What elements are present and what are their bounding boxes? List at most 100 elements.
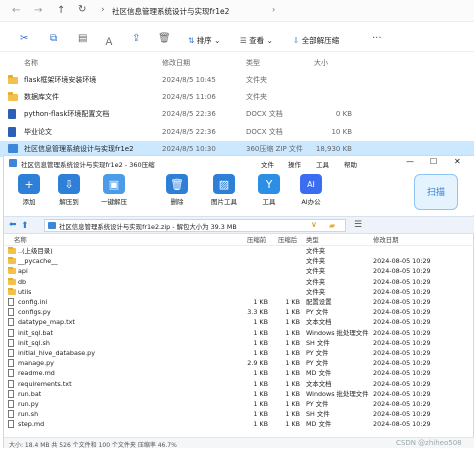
zip-item-packed: 1 KB bbox=[285, 308, 300, 317]
rename-icon[interactable]: Ａ bbox=[104, 33, 114, 48]
file-row[interactable]: flask框架环境安装环境 2024/8/5 10:45 文件夹 bbox=[0, 72, 474, 88]
zip-list-item[interactable]: requirements.txt 1 KB 1 KB 文本文档 2024-08-05 1… bbox=[4, 379, 474, 390]
zip-item-size: 1 KB bbox=[253, 298, 268, 306]
extract-all-button[interactable]: ⇩ 全部解压缩 bbox=[293, 35, 339, 46]
zip-menu-tools[interactable]: 工具 bbox=[316, 159, 329, 169]
path-folder-icon[interactable]: ▰ bbox=[329, 221, 335, 230]
up-folder-icon[interactable]: ⬆ bbox=[21, 221, 29, 231]
zip-list-item[interactable]: init_sql.sh 1 KB 1 KB SH 文件 2024-08-05 10:29 bbox=[4, 338, 474, 349]
back-icon[interactable]: ← bbox=[12, 5, 20, 16]
chevron-right-icon: › bbox=[101, 5, 105, 15]
zip-list-item[interactable]: init_sql.bat 1 KB 1 KB Windows 批处理文件 2024-08… bbox=[4, 328, 474, 339]
zip-col-type[interactable]: 类型 bbox=[306, 236, 319, 246]
zip-menu-help[interactable]: 帮助 bbox=[344, 159, 357, 169]
address-path[interactable]: 社区信息管理系统设计与实现fr1e2 bbox=[112, 6, 229, 17]
zip-item-size: 1 KB bbox=[253, 349, 268, 357]
zip-item-date: 2024-08-05 10:29 bbox=[373, 267, 431, 276]
up-icon[interactable]: ↑ bbox=[57, 5, 65, 16]
zip-list-item[interactable]: initial_hive_database.py 1 KB 1 KB PY 文件 202… bbox=[4, 349, 474, 359]
delete-icon[interactable]: 🗑 bbox=[158, 33, 171, 44]
zip-list-item[interactable]: run.bat 1 KB 1 KB Windows 批处理文件 2024-08-05 1… bbox=[4, 389, 474, 400]
extract-to-button[interactable]: ⇩ 解压到 bbox=[52, 174, 86, 206]
cut-icon[interactable]: ✂ bbox=[20, 33, 28, 44]
zip-item-size: 1 KB bbox=[253, 420, 268, 429]
zip-item-name: ..(上级目录) bbox=[18, 247, 53, 255]
image-tool-button[interactable]: ▨ 图片工具 bbox=[207, 174, 241, 206]
zip-item-date: 2024-08-05 10:29 bbox=[373, 338, 431, 347]
file-row[interactable]: python-flask环境配置文档 2024/8/5 22:36 DOCX 文档 0… bbox=[0, 106, 474, 122]
zip-list-item[interactable]: run.sh 1 KB 1 KB SH 文件 2024-08-05 10:29 bbox=[4, 410, 474, 420]
zip-col-name[interactable]: 名称 bbox=[14, 236, 27, 246]
view-button[interactable]: ☰ 查看 ⌄ bbox=[240, 35, 273, 46]
tools-button[interactable]: Y 工具 bbox=[252, 174, 286, 206]
zip-item-type: 文本文档 bbox=[306, 379, 332, 388]
zip-list-item[interactable]: api 文件夹 2024-08-05 10:29 bbox=[4, 267, 474, 277]
one-click-extract-button[interactable]: ▣ 一键解压 bbox=[97, 174, 131, 206]
zip-item-packed: 1 KB bbox=[285, 400, 300, 408]
list-view-icon[interactable]: ☰ bbox=[354, 220, 362, 230]
col-date[interactable]: 修改日期 bbox=[162, 55, 190, 71]
maximize-icon[interactable]: ☐ bbox=[430, 157, 437, 166]
file-row[interactable]: 毕业论文 2024/8/5 22:36 DOCX 文档 10 KB bbox=[0, 124, 474, 140]
copy-icon[interactable]: ⧉ bbox=[50, 33, 57, 44]
zip-list-item[interactable]: step.md 1 KB 1 KB MD 文件 2024-08-05 10:29 bbox=[4, 420, 474, 430]
zip-list-item[interactable]: ..(上级目录) 文件夹 bbox=[4, 247, 474, 257]
zip-list-item[interactable]: manage.py 2.9 KB 1 KB PY 文件 2024-08-05 10:29 bbox=[4, 359, 474, 369]
col-size[interactable]: 大小 bbox=[314, 55, 328, 71]
address-dropdown-icon[interactable]: › bbox=[272, 5, 275, 14]
add-icon: + bbox=[18, 174, 40, 194]
zip-menu-file[interactable]: 文件 bbox=[261, 159, 274, 169]
file-type: 文件夹 bbox=[246, 93, 267, 102]
refresh-icon[interactable]: ↻ bbox=[78, 4, 86, 15]
zip-list-item[interactable]: run.py 1 KB 1 KB PY 文件 2024-08-05 10:29 bbox=[4, 400, 474, 410]
zip-list-item[interactable]: readme.md 1 KB 1 KB MD 文件 2024-08-05 10:29 bbox=[4, 369, 474, 379]
zip-item-date: 2024-08-05 10:29 bbox=[373, 410, 431, 419]
zip-item-date: 2024-08-05 10:29 bbox=[373, 328, 431, 337]
zip-item-packed: 1 KB bbox=[285, 298, 300, 306]
zip-icon bbox=[8, 144, 18, 154]
zip-item-name: init_sql.bat bbox=[18, 328, 53, 337]
zip-col-size[interactable]: 压缩前 bbox=[247, 236, 266, 246]
folder-icon bbox=[8, 287, 16, 295]
file-icon bbox=[8, 400, 14, 408]
share-icon[interactable]: ⇪ bbox=[132, 33, 140, 44]
col-type[interactable]: 类型 bbox=[246, 55, 260, 71]
zip-list-item[interactable]: __pycache__ 文件夹 2024-08-05 10:29 bbox=[4, 257, 474, 267]
zip-col-date[interactable]: 修改日期 bbox=[373, 236, 399, 246]
zip-list-item[interactable]: db 文件夹 2024-08-05 10:29 bbox=[4, 277, 474, 288]
zip-item-size: 1 KB bbox=[253, 369, 268, 378]
more-icon[interactable]: ··· bbox=[372, 33, 382, 44]
zip-item-type: 文本文档 bbox=[306, 318, 332, 327]
zip-list-item[interactable]: config.ini 1 KB 1 KB 配置设置 2024-08-05 10:29 bbox=[4, 298, 474, 308]
path-dropdown-icon[interactable]: ∨ bbox=[311, 220, 317, 229]
delete-button[interactable]: 🗑 删除 bbox=[160, 174, 194, 206]
col-name[interactable]: 名称 bbox=[24, 55, 38, 71]
zip-list-item[interactable]: datatype_map.txt 1 KB 1 KB 文本文档 2024-08-05 1… bbox=[4, 318, 474, 328]
zip-col-packed[interactable]: 压缩后 bbox=[278, 236, 297, 246]
minimize-icon[interactable]: — bbox=[406, 157, 414, 166]
zip-file-icon bbox=[48, 222, 56, 229]
zip-list-item[interactable]: configs.py 3.3 KB 1 KB PY 文件 2024-08-05 10:2… bbox=[4, 308, 474, 318]
file-row[interactable]: 数据库文件 2024/8/5 11:06 文件夹 bbox=[0, 89, 474, 105]
ai-office-button[interactable]: AI AI办公 bbox=[294, 174, 328, 206]
zip-list-item[interactable]: utils 文件夹 2024-08-05 10:29 bbox=[4, 287, 474, 298]
file-date: 2024/8/5 22:36 bbox=[162, 127, 216, 136]
zip-item-size: 1 KB bbox=[253, 379, 268, 388]
forward-icon[interactable]: → bbox=[34, 5, 42, 16]
zip-menu-operate[interactable]: 操作 bbox=[288, 159, 301, 169]
zip-item-packed: 1 KB bbox=[285, 328, 300, 337]
close-icon[interactable]: ✕ bbox=[454, 157, 461, 166]
zip-path-field[interactable]: 社区信息管理系统设计与实现fr1e2.zip - 解包大小为 39.3 MB ∨… bbox=[44, 219, 346, 232]
zip-item-size: 1 KB bbox=[253, 410, 268, 419]
zip-item-date: 2024-08-05 10:29 bbox=[373, 420, 431, 429]
add-button[interactable]: + 添加 bbox=[12, 174, 46, 206]
scan-button[interactable]: 扫描 bbox=[414, 174, 458, 210]
folder-icon bbox=[8, 257, 16, 265]
zip-item-date: 2024-08-05 10:29 bbox=[373, 349, 431, 357]
zip-item-type: 文件夹 bbox=[306, 247, 326, 255]
zip-window: 社区信息管理系统设计与实现fr1e2 - 360压缩 文件 操作 工具 帮助 —… bbox=[3, 155, 474, 449]
sort-button[interactable]: ⇅ 排序 ⌄ bbox=[188, 35, 220, 46]
back-arrow-icon[interactable]: ⬅ bbox=[9, 220, 17, 230]
paste-icon[interactable]: ▤ bbox=[78, 33, 87, 44]
file-icon bbox=[8, 410, 14, 419]
